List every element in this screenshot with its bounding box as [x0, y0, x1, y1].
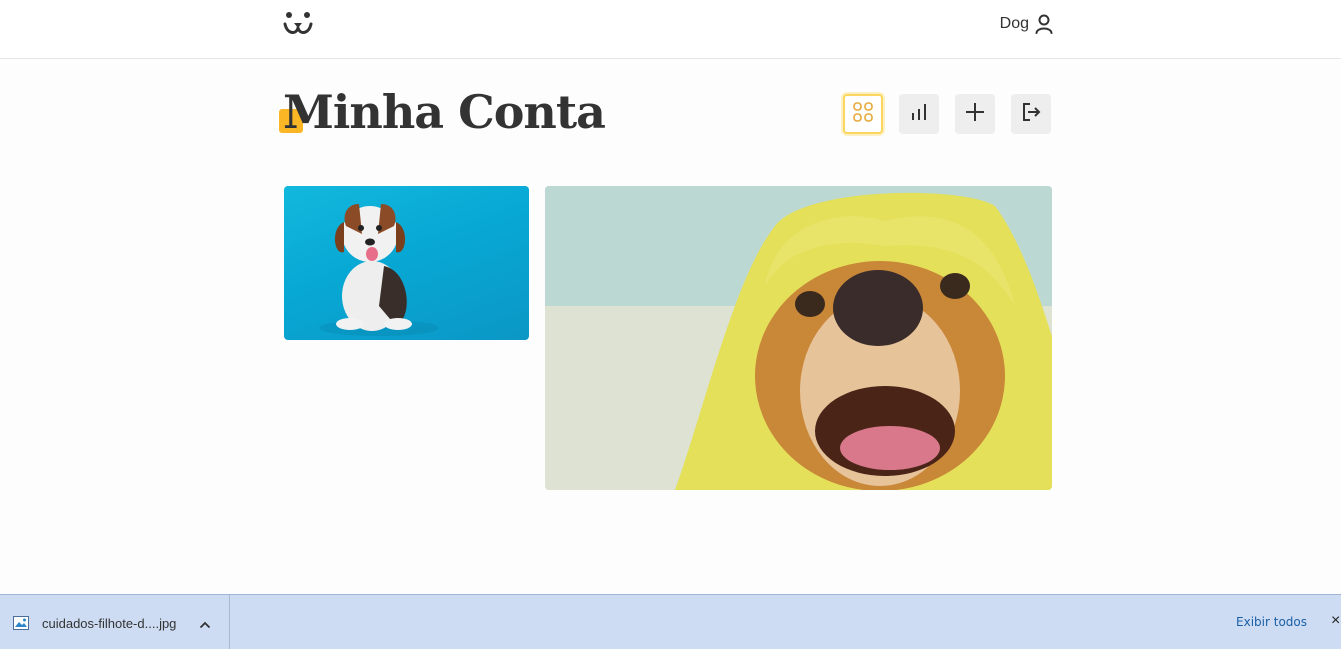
image-file-icon — [13, 616, 29, 630]
add-photo-button[interactable] — [955, 94, 995, 134]
plus-icon — [964, 101, 986, 128]
dog-under-towel-image — [545, 186, 1052, 490]
page-title-area: Minha Conta — [279, 84, 606, 140]
show-all-downloads-link[interactable]: Exibir todos — [1236, 615, 1307, 629]
top-header: Dog — [0, 0, 1341, 59]
user-name[interactable]: Dog — [1000, 15, 1029, 33]
page-title: Minha Conta — [283, 85, 606, 139]
photo-beagle-puppy[interactable] — [284, 186, 529, 340]
account-toolbar — [843, 94, 1051, 134]
logout-button[interactable] — [1011, 94, 1051, 134]
feed-button[interactable] — [843, 94, 883, 134]
person-icon[interactable] — [1035, 14, 1053, 34]
dog-face-logo-icon[interactable] — [283, 11, 313, 37]
download-file-name: cuidados-filhote-d....jpg — [42, 616, 177, 631]
download-item[interactable]: cuidados-filhote-d....jpg — [0, 595, 230, 649]
user-account-link[interactable]: Dog — [1000, 14, 1053, 34]
photo-dog-towel[interactable] — [545, 186, 1052, 490]
chevron-up-icon[interactable] — [199, 617, 211, 629]
download-bar: cuidados-filhote-d....jpg Exibir todos × — [0, 594, 1341, 649]
bar-chart-icon — [908, 101, 930, 128]
beagle-puppy-image — [319, 204, 439, 336]
stats-button[interactable] — [899, 94, 939, 134]
grid-icon — [851, 100, 875, 129]
close-icon[interactable]: × — [1331, 613, 1341, 629]
logout-icon — [1020, 101, 1042, 128]
